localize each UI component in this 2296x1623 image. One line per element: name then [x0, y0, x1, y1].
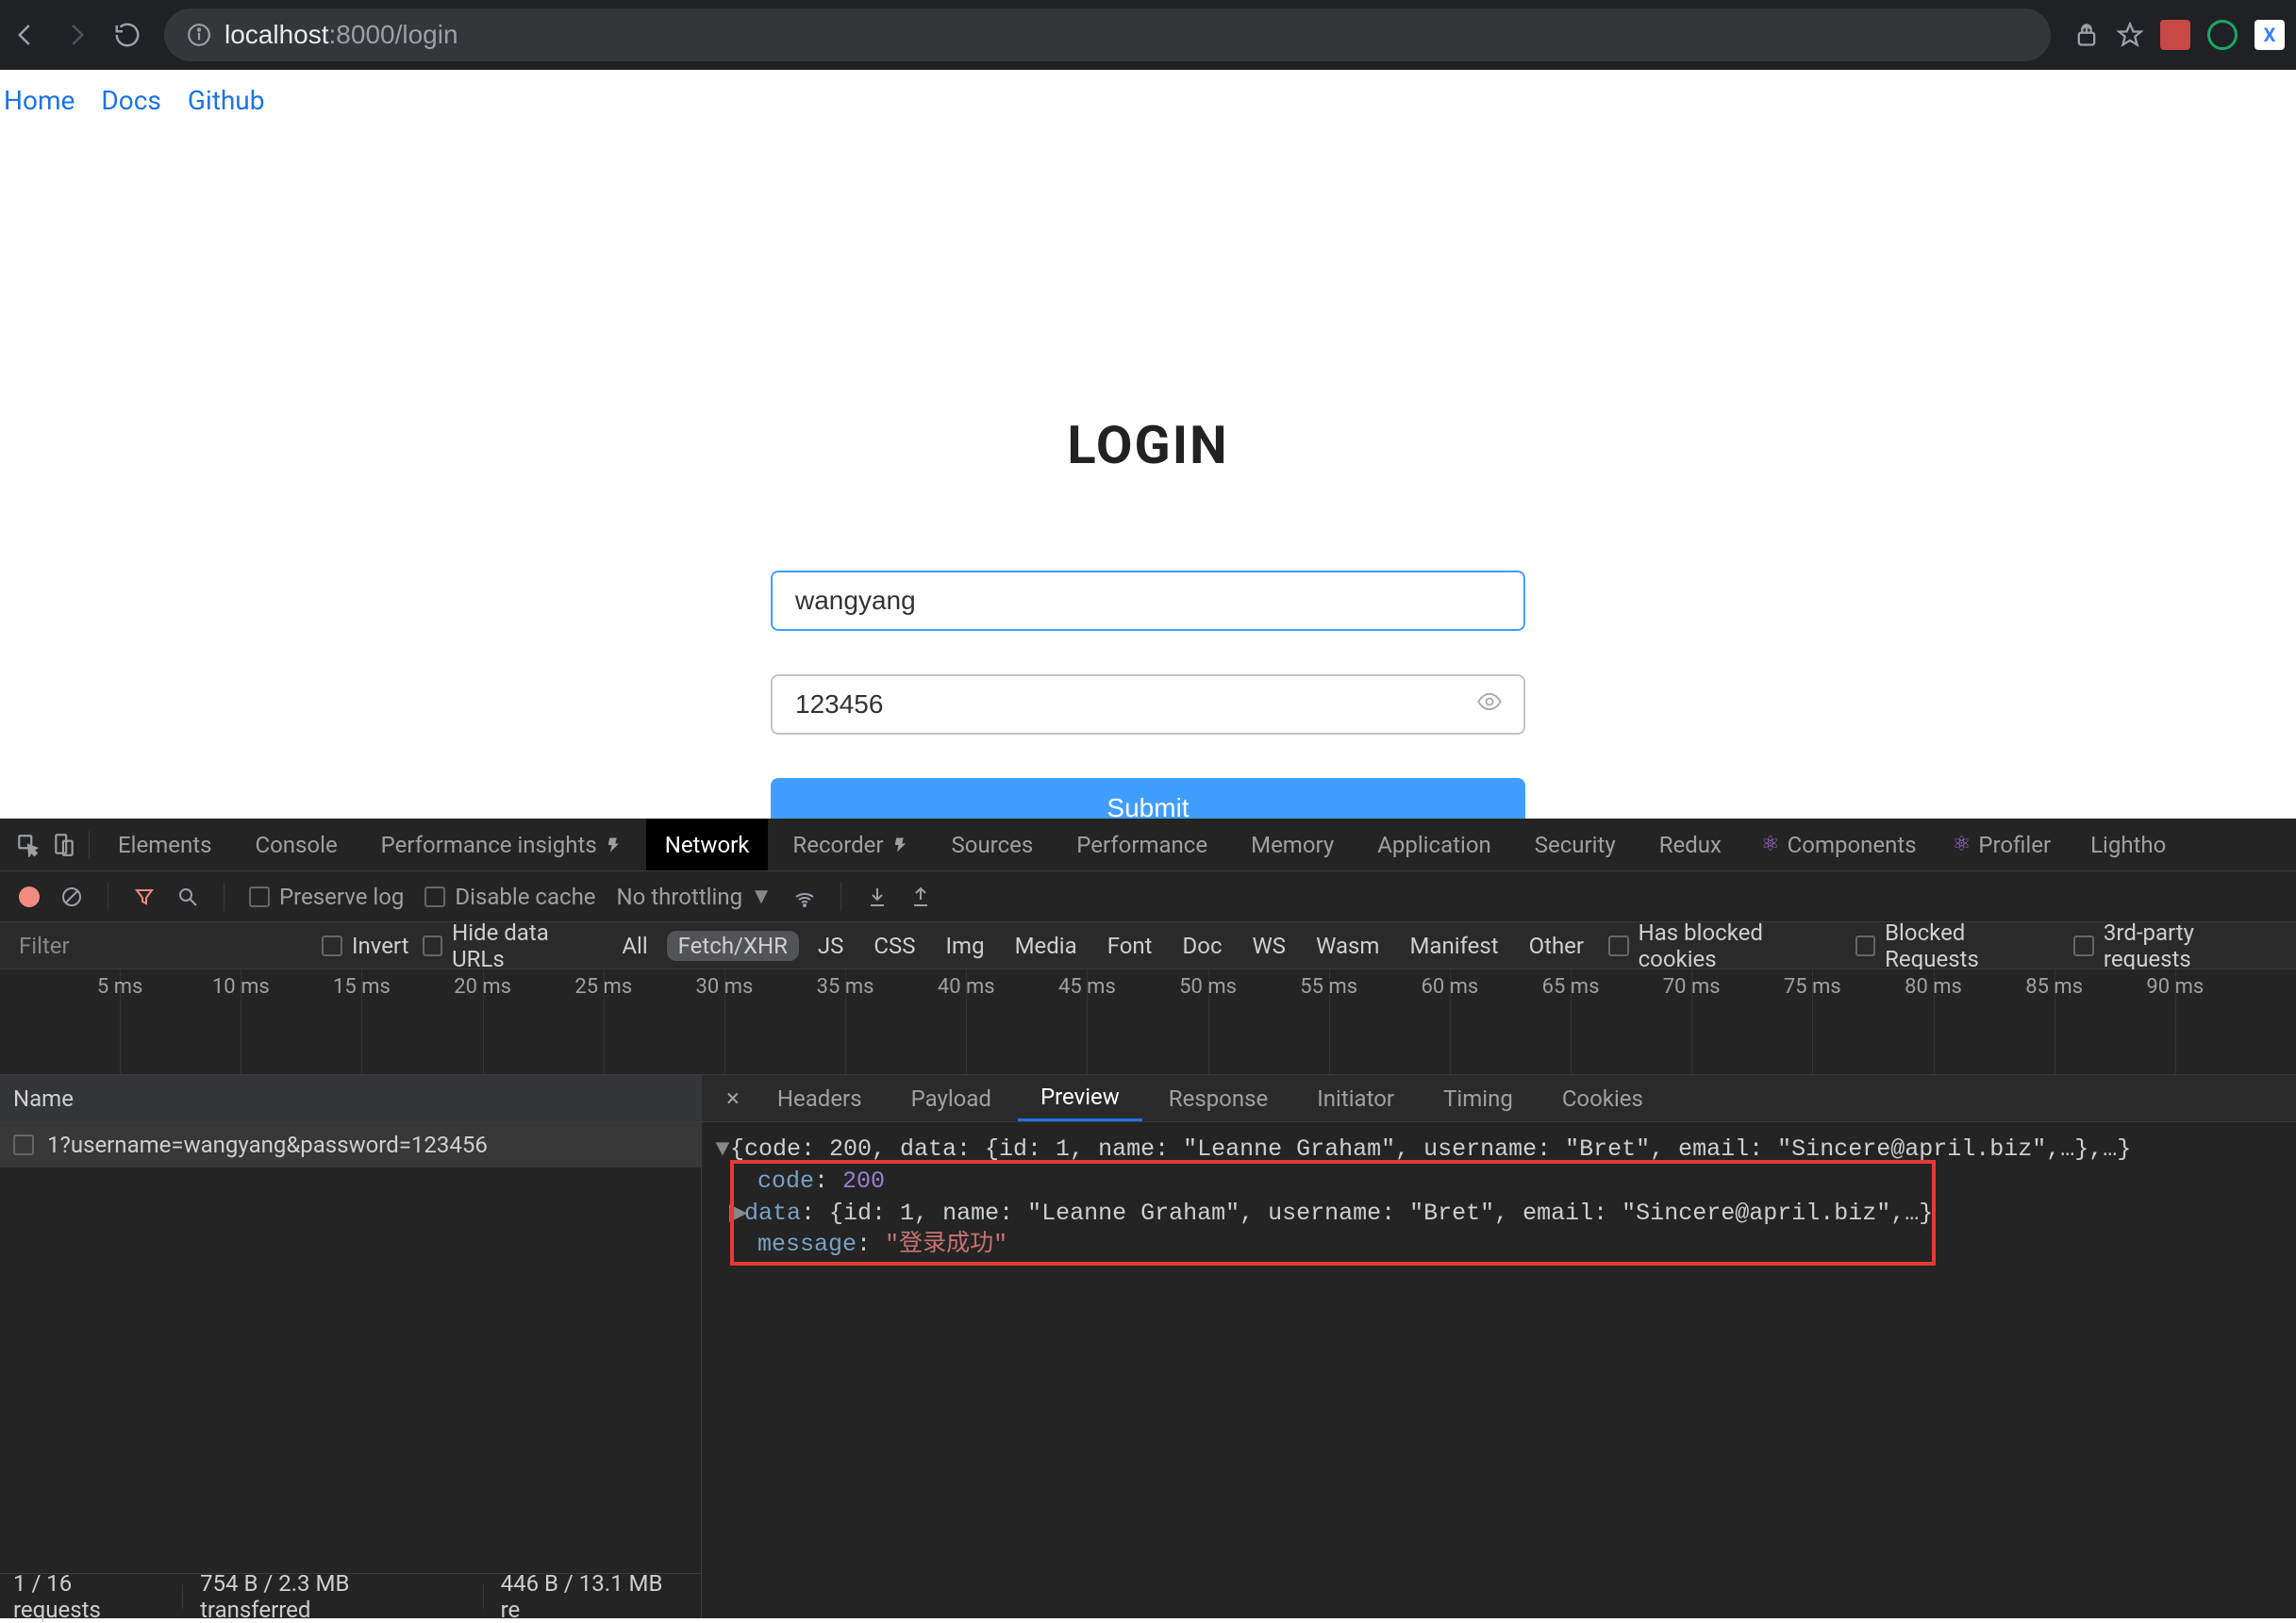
- nav-docs-link[interactable]: Docs: [101, 85, 160, 116]
- tab-profiler[interactable]: ⚛Profiler: [1938, 832, 2066, 858]
- tab-network[interactable]: Network: [646, 819, 769, 870]
- back-button[interactable]: [11, 21, 40, 49]
- request-name: 1?username=wangyang&password=123456: [47, 1132, 488, 1158]
- network-conditions-icon[interactable]: [793, 886, 816, 908]
- devtools-tabs: Elements Console Performance insights Ne…: [0, 819, 2296, 871]
- filter-type-manifest[interactable]: Manifest: [1398, 931, 1509, 961]
- detail-tab-cookies[interactable]: Cookies: [1539, 1075, 1666, 1121]
- page-content: Home Docs Github LOGIN Submit: [0, 70, 2296, 838]
- tab-redux[interactable]: Redux: [1640, 819, 1740, 870]
- json-data-line[interactable]: ▶data: {id: 1, name: "Leanne Graham", us…: [715, 1198, 2283, 1230]
- json-message-line: message: "登录成功": [715, 1229, 2283, 1261]
- throttling-select[interactable]: No throttling ▼: [617, 883, 773, 910]
- share-icon[interactable]: [2073, 22, 2100, 48]
- export-har-icon[interactable]: [909, 886, 932, 908]
- filter-icon[interactable]: [133, 886, 156, 908]
- filter-type-font[interactable]: Font: [1096, 931, 1164, 961]
- network-body: Name 1?username=wangyang&password=123456…: [0, 1075, 2296, 1618]
- reload-button[interactable]: [113, 21, 141, 49]
- close-detail-button[interactable]: ×: [715, 1085, 751, 1113]
- has-blocked-cookies-checkbox[interactable]: Has blocked cookies: [1608, 919, 1841, 972]
- login-title: LOGIN: [1067, 414, 1228, 476]
- page-nav: Home Docs Github: [0, 70, 2296, 131]
- request-detail: × Headers Payload Preview Response Initi…: [702, 1075, 2296, 1618]
- network-filter-bar: Filter Invert Hide data URLs All Fetch/X…: [0, 922, 2296, 969]
- filter-type-fetch-xhr[interactable]: Fetch/XHR: [667, 931, 799, 961]
- tab-sources[interactable]: Sources: [933, 819, 1053, 870]
- devtools-panel: Elements Console Performance insights Ne…: [0, 819, 2296, 1618]
- preview-content[interactable]: ▼{code: 200, data: {id: 1, name: "Leanne…: [702, 1122, 2296, 1618]
- request-list: Name 1?username=wangyang&password=123456…: [0, 1075, 702, 1618]
- url-text: localhost:8000/login: [225, 20, 458, 50]
- password-input-wrapper[interactable]: [771, 674, 1525, 735]
- network-timeline[interactable]: 5 ms 10 ms 15 ms 20 ms 25 ms 30 ms 35 ms…: [0, 969, 2296, 1075]
- detail-tab-headers[interactable]: Headers: [755, 1075, 885, 1121]
- nav-github-link[interactable]: Github: [188, 85, 265, 116]
- filter-type-js[interactable]: JS: [807, 931, 856, 961]
- json-code-line: code: 200: [715, 1166, 2283, 1198]
- search-icon[interactable]: [176, 886, 199, 908]
- preserve-log-checkbox[interactable]: Preserve log: [249, 884, 404, 910]
- import-har-icon[interactable]: [866, 886, 889, 908]
- filter-type-doc[interactable]: Doc: [1172, 931, 1234, 961]
- extension-icon-1[interactable]: [2160, 20, 2190, 50]
- device-toolbar-icon[interactable]: [49, 833, 79, 857]
- detail-tab-preview[interactable]: Preview: [1018, 1075, 1142, 1121]
- extension-icon-3[interactable]: X: [2254, 20, 2285, 50]
- detail-tab-payload[interactable]: Payload: [889, 1075, 1014, 1121]
- toggle-password-visibility-icon[interactable]: [1476, 688, 1503, 721]
- status-resources: 446 B / 13.1 MB re: [501, 1570, 688, 1623]
- clear-button[interactable]: [60, 886, 83, 908]
- filter-type-media[interactable]: Media: [1004, 931, 1089, 961]
- invert-checkbox[interactable]: Invert: [322, 933, 409, 959]
- tab-components[interactable]: ⚛Components: [1746, 832, 1932, 858]
- tab-console[interactable]: Console: [236, 819, 356, 870]
- json-root-line[interactable]: ▼{code: 200, data: {id: 1, name: "Leanne…: [715, 1134, 2283, 1166]
- filter-type-other[interactable]: Other: [1518, 931, 1595, 961]
- tab-performance-insights[interactable]: Performance insights: [362, 819, 641, 870]
- network-controls: Preserve log Disable cache No throttling…: [0, 871, 2296, 922]
- inspect-element-icon[interactable]: [13, 833, 43, 857]
- username-input-wrapper[interactable]: [771, 571, 1525, 631]
- password-input[interactable]: [795, 689, 1501, 720]
- request-list-header[interactable]: Name: [0, 1075, 701, 1122]
- username-input[interactable]: [795, 586, 1501, 616]
- network-status-bar: 1 / 16 requests 754 B / 2.3 MB transferr…: [0, 1573, 701, 1618]
- detail-tab-response[interactable]: Response: [1146, 1075, 1290, 1121]
- tab-memory[interactable]: Memory: [1232, 819, 1353, 870]
- filter-type-all[interactable]: All: [610, 931, 658, 961]
- detail-tabs: × Headers Payload Preview Response Initi…: [702, 1075, 2296, 1122]
- tab-lighthouse[interactable]: Lightho: [2071, 819, 2185, 870]
- forward-button[interactable]: [62, 21, 91, 49]
- filter-type-wasm[interactable]: Wasm: [1305, 931, 1390, 961]
- nav-home-link[interactable]: Home: [4, 85, 75, 116]
- third-party-checkbox[interactable]: 3rd-party requests: [2073, 919, 2283, 972]
- filter-input[interactable]: Filter: [13, 933, 308, 959]
- status-transferred: 754 B / 2.3 MB transferred: [200, 1570, 466, 1623]
- filter-type-css[interactable]: CSS: [862, 931, 926, 961]
- detail-tab-timing[interactable]: Timing: [1421, 1075, 1536, 1121]
- disable-cache-checkbox[interactable]: Disable cache: [424, 884, 595, 910]
- extension-icon-2[interactable]: [2207, 20, 2238, 50]
- browser-toolbar: localhost:8000/login X: [0, 0, 2296, 70]
- tab-elements[interactable]: Elements: [99, 819, 230, 870]
- tab-performance[interactable]: Performance: [1057, 819, 1226, 870]
- login-form: LOGIN Submit: [0, 414, 2296, 838]
- blocked-requests-checkbox[interactable]: Blocked Requests: [1855, 919, 2061, 972]
- tab-recorder[interactable]: Recorder: [774, 819, 926, 870]
- status-requests-count: 1 / 16 requests: [13, 1570, 165, 1623]
- filter-type-img[interactable]: Img: [935, 931, 996, 961]
- tab-application[interactable]: Application: [1358, 819, 1510, 870]
- site-info-icon[interactable]: [187, 23, 211, 47]
- filter-type-ws[interactable]: WS: [1241, 931, 1298, 961]
- bookmark-star-icon[interactable]: [2117, 22, 2143, 48]
- request-row[interactable]: 1?username=wangyang&password=123456: [0, 1122, 701, 1168]
- hide-data-urls-checkbox[interactable]: Hide data URLs: [423, 919, 604, 972]
- detail-tab-initiator[interactable]: Initiator: [1294, 1075, 1417, 1121]
- tab-security[interactable]: Security: [1516, 819, 1635, 870]
- record-button[interactable]: [19, 886, 40, 907]
- address-bar[interactable]: localhost:8000/login: [164, 8, 2051, 61]
